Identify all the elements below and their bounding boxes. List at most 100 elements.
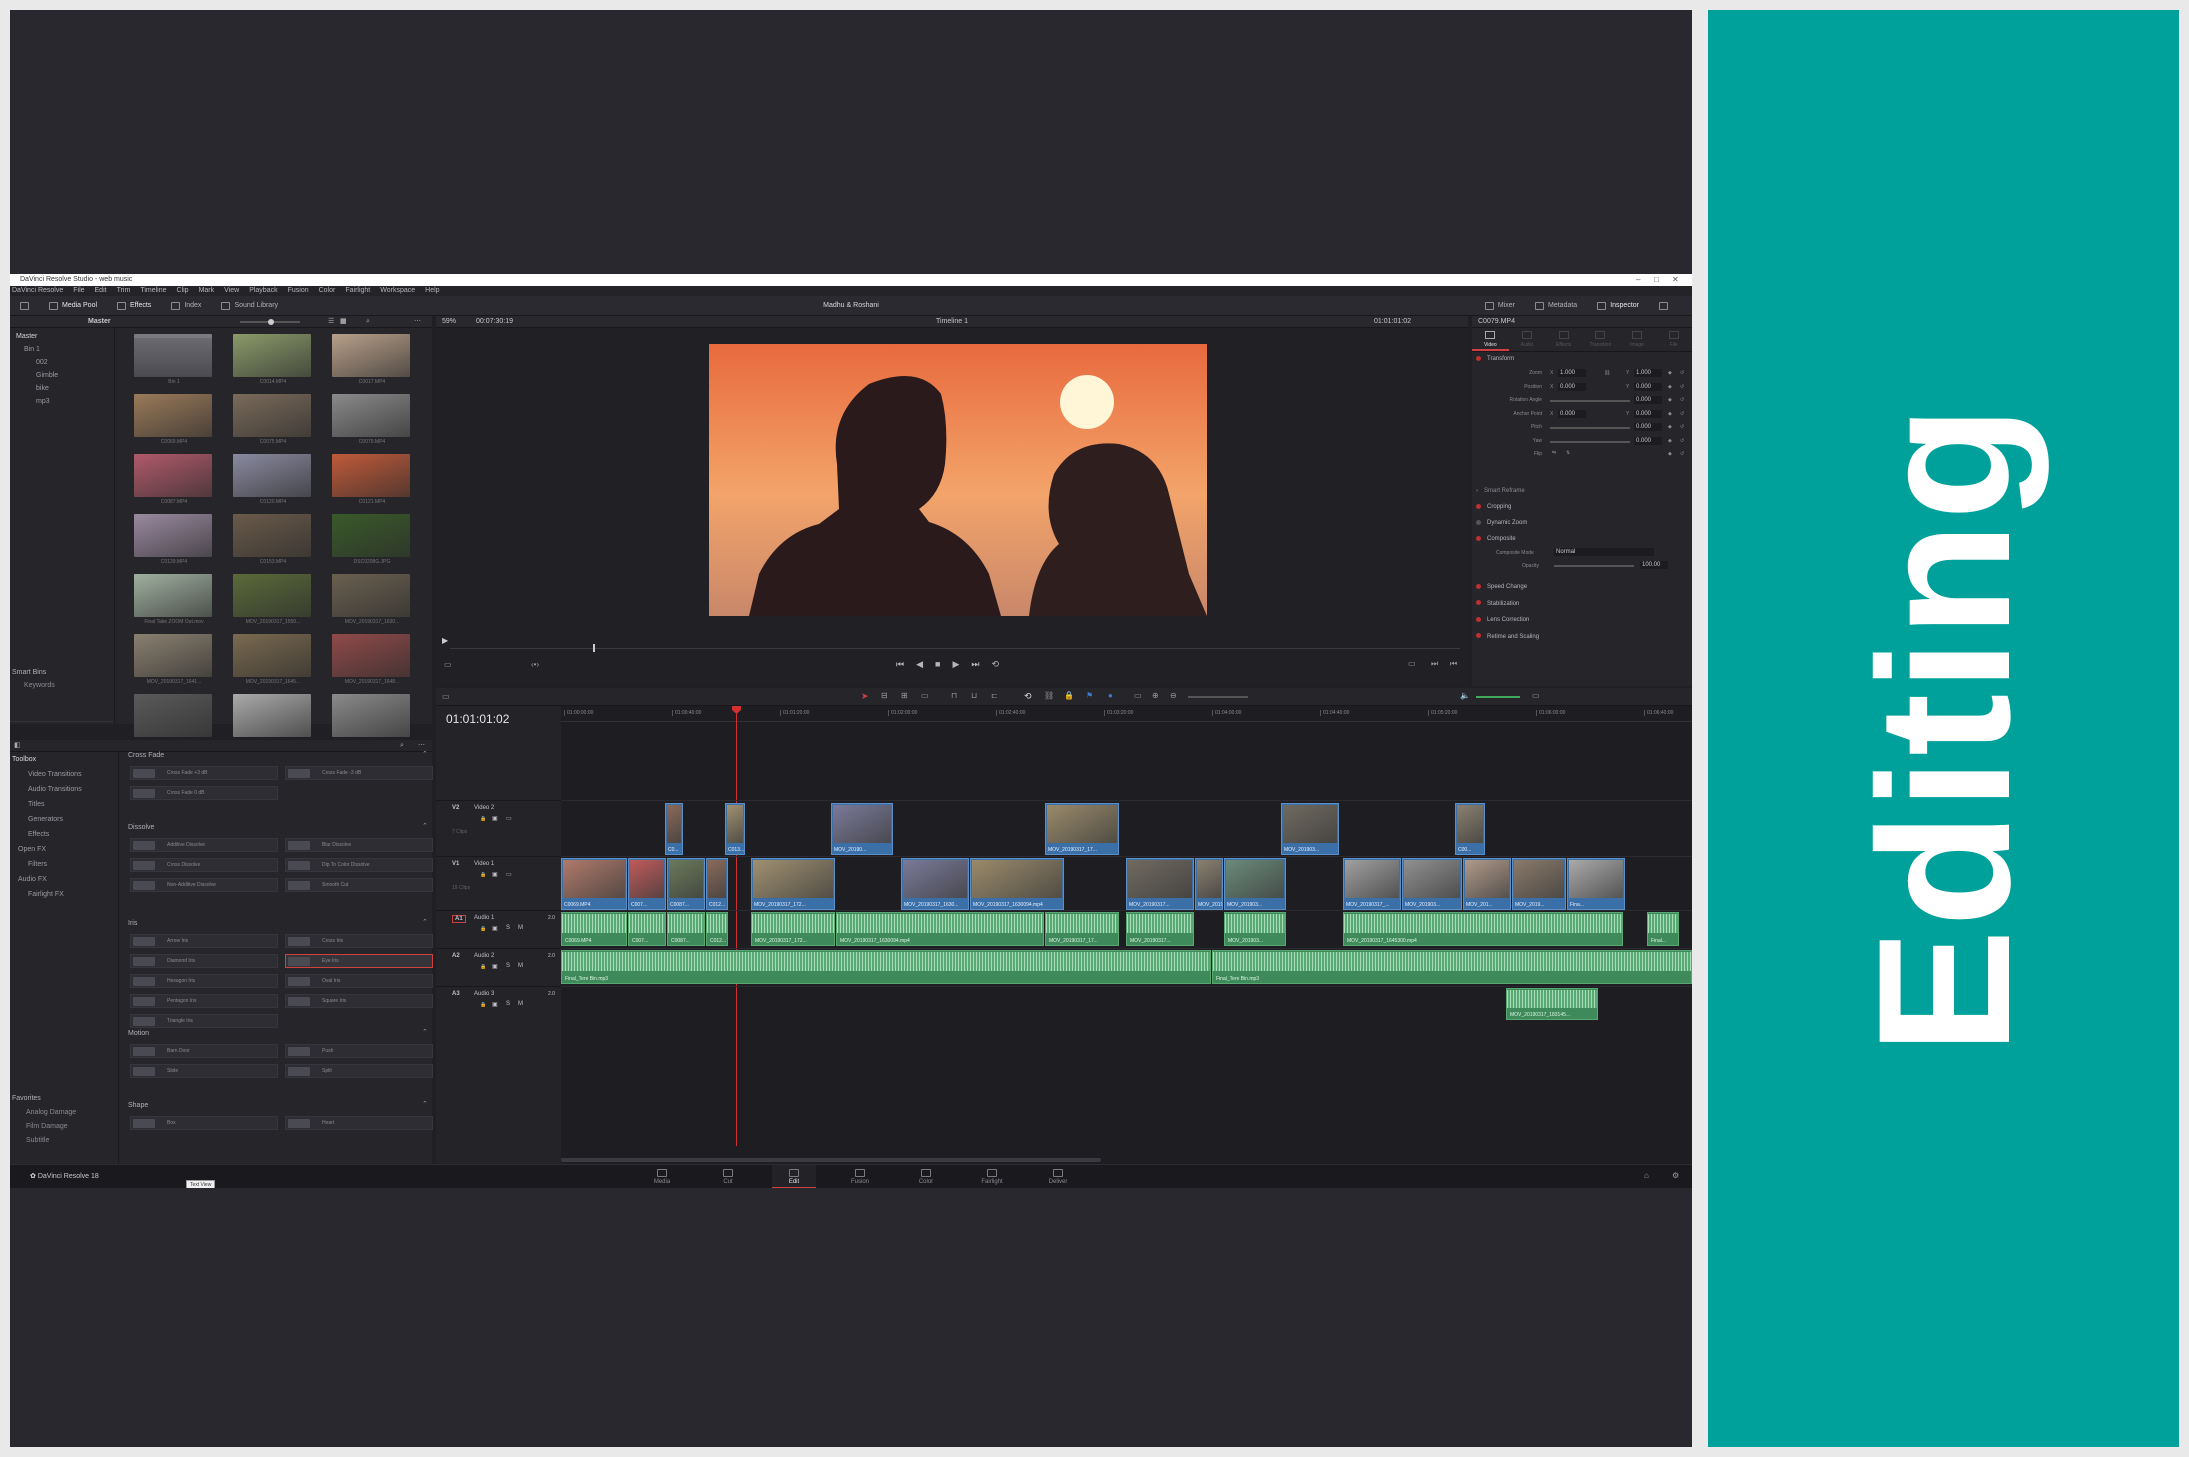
- track-toggle-icon[interactable]: ▣: [492, 963, 498, 970]
- effect-item[interactable]: Barn Door: [130, 1044, 278, 1058]
- video-clip[interactable]: MOV_20190317_...: [1343, 858, 1401, 910]
- effects-tree-item[interactable]: Fairlight FX: [12, 887, 118, 902]
- settings-icon[interactable]: ⚙: [1672, 1171, 1679, 1180]
- reverse-play-icon[interactable]: ◀: [916, 659, 923, 670]
- inspector-tab[interactable]: Video: [1472, 328, 1509, 351]
- clip-thumbnail[interactable]: MOV_20190317_1550...: [233, 574, 313, 634]
- dynamic-trim-icon[interactable]: ⊞: [901, 691, 908, 700]
- track-mute-icon[interactable]: M: [518, 925, 523, 931]
- track-header[interactable]: V1 Video 1 🔒 ▣ ▭ 19 Clips: [436, 856, 561, 910]
- video-clip[interactable]: MOV_2019...: [1512, 858, 1566, 910]
- audio-clip[interactable]: Final_Tere Bin.mp3: [561, 950, 1211, 984]
- bin-tree-item[interactable]: bike: [16, 382, 116, 395]
- track-visibility-icon[interactable]: S: [506, 925, 510, 931]
- clip-thumbnail[interactable]: C0121.MP4: [332, 454, 412, 514]
- keyframe-icon[interactable]: ◆: [1668, 384, 1672, 390]
- audio-clip[interactable]: MOV_20190317_172...: [751, 912, 835, 946]
- effect-item[interactable]: Cross Iris: [285, 934, 433, 948]
- effects-tree-item[interactable]: Audio Transitions: [12, 782, 118, 797]
- keywords-bin[interactable]: Keywords: [10, 682, 114, 689]
- effect-item[interactable]: Hexagon Iris: [130, 974, 278, 988]
- track-lock-icon[interactable]: 🔒: [480, 816, 486, 822]
- inspector-section[interactable]: Stabilization: [1476, 597, 1688, 611]
- page-tab-deliver[interactable]: Deliver: [1036, 1165, 1080, 1188]
- blade-tool-icon[interactable]: ▭: [921, 691, 929, 700]
- section-enable-icon[interactable]: [1476, 616, 1481, 622]
- clip-thumbnail[interactable]: DSC0208G.JPG: [332, 514, 412, 574]
- keyframe-icon[interactable]: ◆: [1668, 451, 1672, 457]
- param-value-field[interactable]: 0.000: [1634, 396, 1662, 404]
- bin-tree-item[interactable]: mp3: [16, 395, 116, 408]
- reset-icon[interactable]: ↺: [1680, 438, 1684, 444]
- previous-edit-icon[interactable]: ⏭: [1431, 659, 1438, 669]
- effects-group-title[interactable]: Cross Fade: [128, 750, 164, 762]
- bin-tree-item[interactable]: Bin 1: [16, 343, 116, 356]
- effect-item[interactable]: Non-Additive Dissolve: [130, 878, 278, 892]
- menu-item[interactable]: Fairlight: [345, 286, 370, 296]
- flip-vertical-icon[interactable]: ⇅: [1566, 450, 1570, 456]
- effect-item[interactable]: Diamond Iris: [130, 954, 278, 968]
- video-clip[interactable]: MOV_20190317_172...: [751, 858, 835, 910]
- param-slider[interactable]: [1550, 400, 1630, 402]
- effect-item[interactable]: Split: [285, 1064, 433, 1078]
- track-toggle-icon[interactable]: ▣: [492, 925, 498, 932]
- transform-enable-icon[interactable]: [1476, 355, 1481, 361]
- inspector-section[interactable]: Lens Correction: [1476, 613, 1688, 627]
- effect-item[interactable]: Eye Iris: [285, 954, 433, 968]
- speaker-icon[interactable]: 🔈: [1460, 691, 1470, 700]
- volume-slider[interactable]: [1476, 696, 1520, 698]
- inspector-tab[interactable]: Effects: [1545, 328, 1582, 351]
- track-lock-icon[interactable]: 🔒: [480, 872, 486, 878]
- timeline-selector[interactable]: Timeline 1: [936, 316, 968, 328]
- linked-selection-icon[interactable]: ⛓: [1044, 691, 1054, 700]
- effects-tree-item[interactable]: Toolbox: [12, 752, 118, 767]
- inspector-section[interactable]: Retime and Scaling: [1476, 630, 1688, 644]
- video-clip[interactable]: C0087...: [667, 858, 705, 910]
- zoom-level[interactable]: 59%: [442, 316, 456, 328]
- keyframe-icon[interactable]: ◆: [1668, 397, 1672, 403]
- effect-item[interactable]: Oval Iris: [285, 974, 433, 988]
- effect-item[interactable]: Blur Dissolve: [285, 838, 433, 852]
- clip-thumbnail[interactable]: MOV_20190317_1641...: [134, 634, 214, 694]
- collapse-chevron-icon[interactable]: ⌃: [422, 822, 428, 830]
- play-icon[interactable]: ▶: [952, 659, 959, 670]
- track-lock-icon[interactable]: 🔒: [480, 1002, 486, 1008]
- clip-thumbnail[interactable]: MOV_20190317_1648...: [332, 634, 412, 694]
- replace-clip-icon[interactable]: ⊏: [991, 691, 998, 700]
- reset-icon[interactable]: ↺: [1680, 397, 1684, 403]
- clip-thumbnail[interactable]: C0129.MP4: [134, 514, 214, 574]
- sound-library-button[interactable]: Sound Library: [211, 296, 288, 316]
- search-icon[interactable]: ⌕: [366, 316, 370, 328]
- menu-item[interactable]: Playback: [249, 286, 277, 296]
- cropping-enable-icon[interactable]: [1476, 503, 1481, 509]
- collapse-chevron-icon[interactable]: ⌃: [422, 750, 428, 758]
- marker-icon[interactable]: ●: [1108, 691, 1113, 700]
- opacity-value[interactable]: 100.00: [1640, 561, 1668, 569]
- timeline-ruler[interactable]: 01:00:00:00 01:00:40:00 01:01:20:00 01:02:0…: [561, 706, 1692, 722]
- home-icon[interactable]: ⌂: [1644, 1171, 1649, 1180]
- track-visibility-icon[interactable]: ▭: [506, 815, 512, 822]
- effect-item[interactable]: Box: [130, 1116, 278, 1130]
- clip-thumbnail[interactable]: C0069.MP4: [134, 394, 214, 454]
- custom-zoom-icon[interactable]: ⊖: [1170, 691, 1177, 700]
- index-button[interactable]: Index: [161, 296, 211, 316]
- go-to-end-icon[interactable]: ⏭: [971, 659, 979, 670]
- video-clip[interactable]: MOV_20190317_1630094.mp4: [970, 858, 1064, 910]
- link-icon[interactable]: ⛓: [1604, 370, 1610, 376]
- media-pool-button[interactable]: Media Pool: [39, 296, 107, 316]
- go-to-start-icon[interactable]: ⏮: [896, 659, 904, 670]
- menu-item[interactable]: DaVinci Resolve: [12, 286, 63, 296]
- page-tab-fusion[interactable]: Fusion: [838, 1165, 882, 1188]
- selection-tool-icon[interactable]: ➤: [861, 691, 869, 702]
- audio-clip[interactable]: MOV_201903...: [1224, 912, 1286, 946]
- effects-group-title[interactable]: Iris: [128, 918, 137, 930]
- param-slider[interactable]: [1550, 427, 1630, 429]
- insert-clip-icon[interactable]: ⊓: [951, 691, 957, 700]
- composite-enable-icon[interactable]: [1476, 535, 1481, 541]
- meter-icon[interactable]: ▭: [1532, 691, 1540, 700]
- favorite-item[interactable]: Subtitle: [12, 1134, 118, 1148]
- reset-icon[interactable]: ↺: [1680, 424, 1684, 430]
- effects-button[interactable]: Effects: [107, 296, 161, 316]
- fullscreen-button[interactable]: [1649, 296, 1678, 316]
- inspector-tab[interactable]: Audio: [1509, 328, 1546, 351]
